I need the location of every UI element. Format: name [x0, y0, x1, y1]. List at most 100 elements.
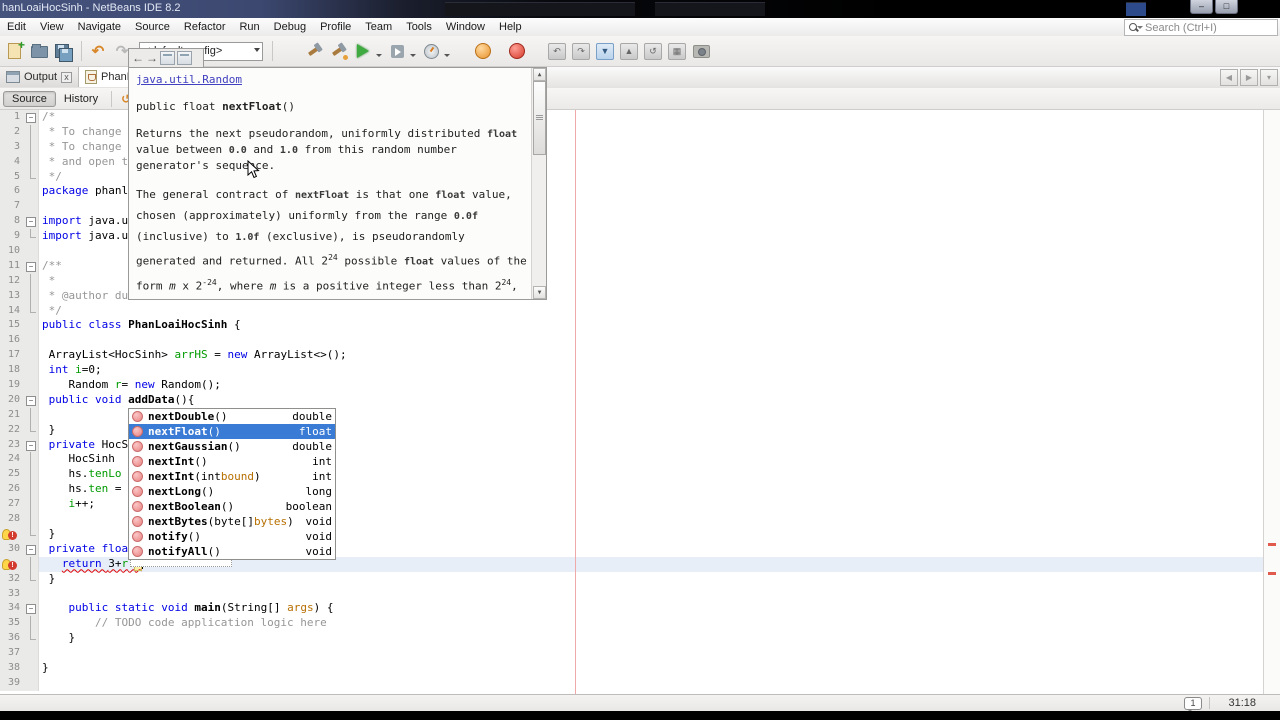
code-text[interactable]	[39, 587, 1280, 602]
profiler-reset-results-button[interactable]: ↺	[642, 40, 664, 62]
profiler-threads-button[interactable]: ▦	[666, 40, 688, 62]
profiler-rollback-button[interactable]: ↶	[546, 40, 568, 62]
completion-item[interactable]: nextGaussian() double	[129, 439, 335, 454]
menu-run[interactable]: Run	[232, 20, 266, 34]
build-project-button[interactable]	[304, 40, 326, 62]
fold-marker[interactable]	[24, 497, 39, 513]
completion-item[interactable]: nextLong() long	[129, 484, 335, 499]
completion-item[interactable]: nextFloat() float	[129, 424, 335, 439]
profiler-gc-button[interactable]: ▼	[594, 40, 616, 62]
save-all-button[interactable]	[52, 40, 74, 62]
code-line[interactable]: 32 }	[0, 571, 1280, 587]
fold-collapse-icon[interactable]: −	[26, 544, 36, 555]
javadoc-back-icon[interactable]: ←	[132, 52, 144, 64]
fold-marker[interactable]	[24, 422, 39, 438]
code-line[interactable]: 14 */	[0, 303, 1280, 319]
error-stripe[interactable]	[1263, 110, 1280, 694]
scroll-up-icon[interactable]: ▲	[533, 68, 546, 81]
fold-marker[interactable]	[24, 303, 39, 319]
fold-collapse-icon[interactable]: −	[26, 261, 36, 272]
code-line[interactable]: 38}	[0, 660, 1280, 676]
error-badge[interactable]: !	[8, 530, 17, 540]
show-in-browser-icon[interactable]	[160, 51, 175, 65]
profiler-dump-button[interactable]: ▲	[618, 40, 640, 62]
fold-marker[interactable]	[24, 124, 39, 140]
fold-marker[interactable]	[24, 467, 39, 483]
fold-marker[interactable]	[24, 154, 39, 170]
fold-marker[interactable]	[24, 482, 39, 498]
fold-marker[interactable]	[24, 407, 39, 423]
combobox-dropdown-icon[interactable]	[254, 47, 260, 52]
code-text[interactable]: }	[39, 661, 1280, 676]
code-line[interactable]: 37	[0, 646, 1280, 661]
code-line[interactable]: 15 public class PhanLoaiHocSinh {	[0, 318, 1280, 334]
scrollbar-thumb[interactable]	[533, 81, 546, 155]
code-text[interactable]	[39, 333, 1280, 348]
code-text[interactable]: public static void main(String[] args) {	[39, 601, 1280, 616]
fold-marker[interactable]: −	[24, 392, 39, 408]
fold-marker[interactable]	[24, 556, 39, 572]
clean-build-project-button[interactable]	[328, 40, 350, 62]
code-text[interactable]: }	[39, 631, 1280, 646]
code-line[interactable]: 36 }	[0, 631, 1280, 647]
fold-marker[interactable]	[24, 139, 39, 155]
code-text[interactable]: public void addData(){	[39, 393, 1280, 408]
fold-collapse-icon[interactable]: −	[26, 604, 36, 615]
fold-marker[interactable]	[24, 169, 39, 185]
notifications-button[interactable]: 1	[1184, 697, 1202, 712]
menu-edit[interactable]: Edit	[0, 20, 33, 34]
code-text[interactable]: ArrayList<HocSinh> arrHS = new ArrayList…	[39, 348, 1280, 363]
debug-project-dropdown-icon[interactable]	[410, 54, 416, 57]
menu-profile[interactable]: Profile	[313, 20, 358, 34]
fold-collapse-icon[interactable]: −	[26, 217, 36, 228]
fold-marker[interactable]: −	[24, 110, 39, 125]
code-text[interactable]: }	[39, 572, 1280, 587]
menu-debug[interactable]: Debug	[267, 20, 313, 34]
javadoc-class-link[interactable]: java.util.Random	[136, 73, 242, 86]
profiler-snapshot-button[interactable]	[690, 40, 712, 62]
code-line[interactable]: 19 Random r= new Random();	[0, 378, 1280, 393]
maximize-button[interactable]: □	[1215, 0, 1238, 14]
fold-collapse-icon[interactable]: −	[26, 440, 36, 451]
completion-item[interactable]: nextBoolean() boolean	[129, 499, 335, 514]
scroll-tabs-right-button[interactable]: ▶	[1240, 69, 1258, 86]
error-badge[interactable]: !	[8, 560, 17, 570]
menu-help[interactable]: Help	[492, 20, 529, 34]
code-text[interactable]: // TODO code application logic here	[39, 616, 1280, 631]
code-line[interactable]: 17 ArrayList<HocSinh> arrHS = new ArrayL…	[0, 348, 1280, 364]
debug-project-button[interactable]	[386, 40, 408, 62]
source-view-button[interactable]: Source	[3, 90, 56, 107]
menu-team[interactable]: Team	[358, 20, 399, 34]
menu-source[interactable]: Source	[128, 20, 177, 34]
fold-marker[interactable]	[24, 229, 39, 245]
completion-item[interactable]: nextInt (int bound) int	[129, 469, 335, 484]
tab-list-dropdown-button[interactable]: ▾	[1260, 69, 1278, 86]
code-text[interactable]	[39, 646, 1280, 661]
profiler-stop-button[interactable]	[506, 40, 528, 62]
fold-marker[interactable]	[24, 616, 39, 632]
completion-item[interactable]: nextDouble() double	[129, 409, 335, 424]
menu-tools[interactable]: Tools	[399, 20, 439, 34]
fold-collapse-icon[interactable]: −	[26, 395, 36, 406]
code-line[interactable]: 39	[0, 675, 1280, 691]
fold-marker[interactable]: −	[24, 541, 39, 557]
code-line[interactable]: 20− public void addData(){	[0, 392, 1280, 408]
fold-marker[interactable]	[24, 512, 39, 527]
fold-marker[interactable]: −	[24, 214, 39, 230]
fold-marker[interactable]	[24, 452, 39, 468]
profiler-pause-button[interactable]	[472, 40, 494, 62]
fold-marker[interactable]	[24, 288, 39, 304]
error-stripe-mark[interactable]	[1268, 543, 1276, 546]
completion-item[interactable]: notify() void	[129, 529, 335, 544]
fold-marker[interactable]	[24, 273, 39, 289]
menu-window[interactable]: Window	[439, 20, 492, 34]
completion-item[interactable]: notifyAll() void	[129, 544, 335, 559]
code-line[interactable]: 16	[0, 333, 1280, 349]
completion-item[interactable]: nextInt() int	[129, 454, 335, 469]
menu-view[interactable]: View	[33, 20, 71, 34]
code-text[interactable]	[39, 676, 1280, 691]
minimize-button[interactable]: –	[1190, 0, 1213, 14]
new-file-button[interactable]: +	[4, 38, 26, 62]
fold-marker[interactable]: −	[24, 258, 39, 274]
error-stripe-mark[interactable]	[1268, 572, 1276, 575]
